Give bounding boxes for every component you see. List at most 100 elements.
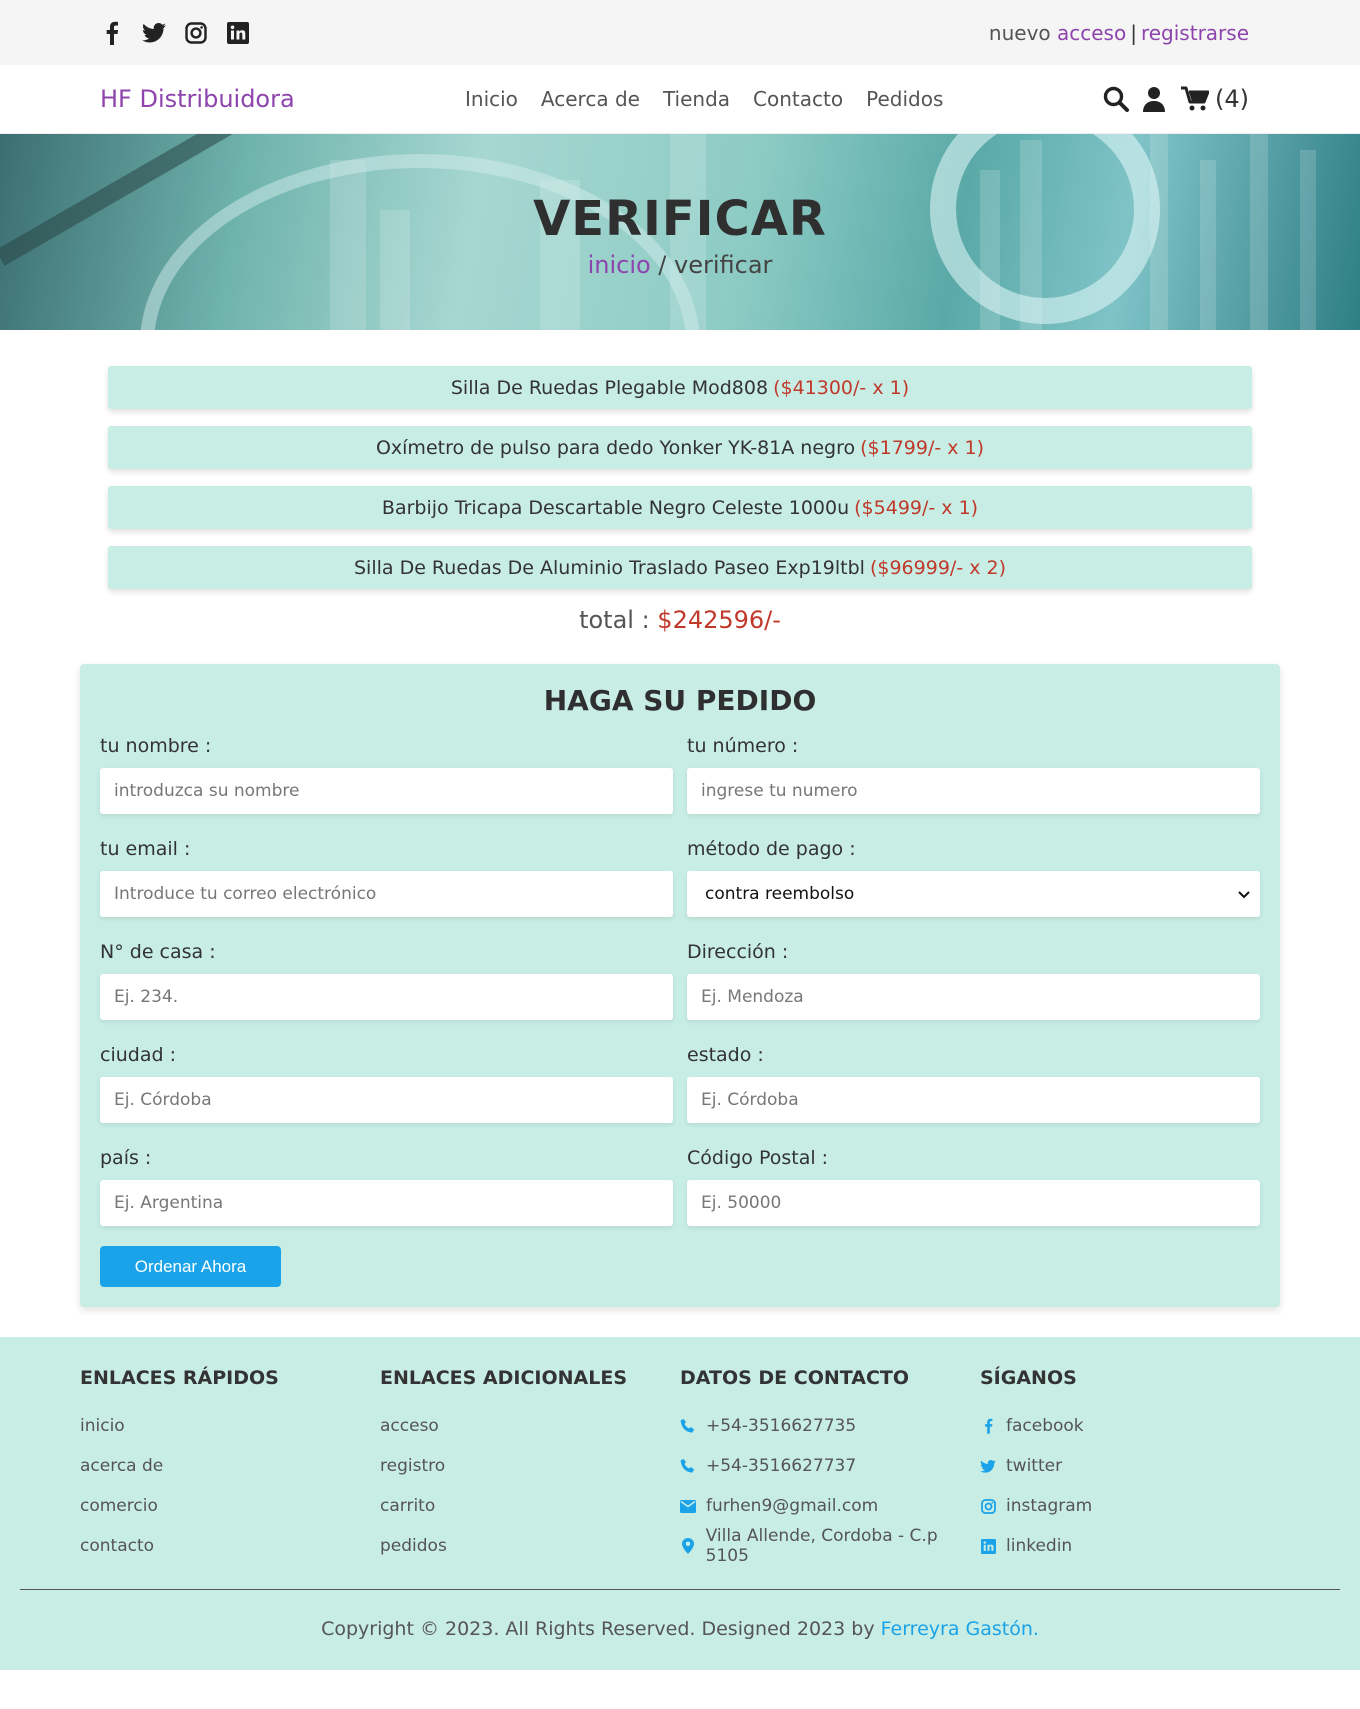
payment-method-select[interactable]: contra reembolso <box>687 871 1260 917</box>
footer-contact: DATOS DE CONTACTO +54-3516627735 +54-351… <box>680 1367 980 1575</box>
author-link[interactable]: Ferreyra Gastón. <box>881 1618 1039 1640</box>
nav-inicio[interactable]: Inicio <box>465 87 518 111</box>
footer-link-inicio[interactable]: inicio <box>80 1415 380 1437</box>
field-casa: N° de casa : <box>100 941 673 1020</box>
footer-link-carrito[interactable]: carrito <box>380 1495 680 1517</box>
instagram-icon[interactable] <box>184 21 208 45</box>
field-postal: Código Postal : <box>687 1147 1260 1226</box>
ciudad-label: ciudad : <box>100 1044 176 1066</box>
item-name: Barbijo Tricapa Descartable Negro Celest… <box>381 496 850 519</box>
footer-heading: ENLACES ADICIONALES <box>380 1367 627 1389</box>
twitter-label: twitter <box>1006 1456 1063 1476</box>
nav-contacto[interactable]: Contacto <box>753 87 843 111</box>
linkedin-icon <box>980 1538 996 1554</box>
form-grid: tu nombre : tu número : tu email : métod… <box>100 735 1260 1250</box>
email-input[interactable] <box>100 871 673 917</box>
total-label: total : <box>579 606 650 634</box>
footer-link-acceso[interactable]: acceso <box>380 1415 680 1437</box>
footer-twitter-link[interactable]: twitter <box>980 1455 1280 1477</box>
login-link[interactable]: acceso <box>1057 21 1126 45</box>
footer-link-comercio[interactable]: comercio <box>80 1495 380 1517</box>
nav-tienda[interactable]: Tienda <box>663 87 730 111</box>
page-banner: VERIFICAR inicio / verificar <box>0 134 1360 330</box>
contact-phone-1[interactable]: +54-3516627735 <box>680 1415 980 1437</box>
facebook-icon[interactable] <box>100 21 124 45</box>
order-form: HAGA SU PEDIDO tu nombre : tu número : t… <box>80 664 1280 1307</box>
facebook-icon <box>980 1418 996 1434</box>
pago-label: método de pago : <box>687 838 856 860</box>
twitter-icon[interactable] <box>142 21 166 45</box>
footer-instagram-link[interactable]: instagram <box>980 1495 1280 1517</box>
footer-heading: ENLACES RÁPIDOS <box>80 1367 279 1389</box>
casa-input[interactable] <box>100 974 673 1020</box>
footer-link-pedidos[interactable]: pedidos <box>380 1535 680 1557</box>
nav-pedidos[interactable]: Pedidos <box>866 87 943 111</box>
social-links <box>100 21 250 45</box>
order-item: Silla De Ruedas Plegable Mod808 ($41300/-… <box>108 366 1252 409</box>
email-label: tu email : <box>100 838 191 860</box>
item-price: ($96999/- x 2) <box>869 556 1006 579</box>
cart-count[interactable]: (4) <box>1215 85 1249 113</box>
order-item: Silla De Ruedas De Aluminio Traslado Pas… <box>108 546 1252 589</box>
pais-input[interactable] <box>100 1180 673 1226</box>
pais-label: país : <box>100 1147 152 1169</box>
item-price: ($5499/- x 1) <box>854 496 979 519</box>
direccion-label: Dirección : <box>687 941 789 963</box>
chevron-down-icon <box>1238 884 1250 904</box>
footer-link-registro[interactable]: registro <box>380 1455 680 1477</box>
contact-address[interactable]: Villa Allende, Cordoba - C.p 5105 <box>680 1526 980 1566</box>
nav-acerca-de[interactable]: Acerca de <box>541 87 640 111</box>
user-icon[interactable] <box>1143 86 1165 112</box>
contact-email[interactable]: furhen9@gmail.com <box>680 1495 980 1517</box>
nombre-input[interactable] <box>100 768 673 814</box>
field-nombre: tu nombre : <box>100 735 673 814</box>
instagram-icon <box>980 1498 996 1514</box>
breadcrumb: inicio / verificar <box>588 251 773 279</box>
postal-input[interactable] <box>687 1180 1260 1226</box>
phone-icon <box>680 1418 696 1434</box>
address-text: Villa Allende, Cordoba - C.p 5105 <box>705 1526 938 1566</box>
order-summary: Silla De Ruedas Plegable Mod808 ($41300/-… <box>108 366 1252 589</box>
contact-phone-2[interactable]: +54-3516627737 <box>680 1455 980 1477</box>
breadcrumb-current: / verificar <box>650 251 773 279</box>
main-menu: Inicio Acerca de Tienda Contacto Pedidos <box>465 87 943 111</box>
order-now-button[interactable]: Ordenar Ahora <box>100 1246 281 1287</box>
site-footer: ENLACES RÁPIDOS inicio acerca de comerci… <box>0 1337 1360 1670</box>
ciudad-input[interactable] <box>100 1077 673 1123</box>
cart-icon[interactable] <box>1181 86 1209 112</box>
brand-logo[interactable]: HF Distribuidora <box>100 85 465 113</box>
footer-extra-links: ENLACES ADICIONALES acceso registro carr… <box>380 1367 680 1575</box>
page-title: VERIFICAR <box>533 191 827 247</box>
numero-input[interactable] <box>687 768 1260 814</box>
twitter-icon <box>980 1459 996 1473</box>
field-numero: tu número : <box>687 735 1260 814</box>
banner-content: VERIFICAR inicio / verificar <box>0 134 1360 330</box>
breadcrumb-home-link[interactable]: inicio <box>588 251 651 279</box>
field-estado: estado : <box>687 1044 1260 1123</box>
nombre-label: tu nombre : <box>100 735 212 757</box>
estado-input[interactable] <box>687 1077 1260 1123</box>
facebook-label: facebook <box>1006 1416 1084 1436</box>
auth-separator: | <box>1130 20 1137 45</box>
search-icon[interactable] <box>1103 86 1129 112</box>
order-item: Oxímetro de pulso para dedo Yonker YK-81… <box>108 426 1252 469</box>
footer-heading: DATOS DE CONTACTO <box>680 1367 910 1389</box>
top-bar: nuevo acceso | registrarse <box>0 0 1360 65</box>
register-link[interactable]: registrarse <box>1141 21 1249 45</box>
footer-link-contacto[interactable]: contacto <box>80 1535 380 1557</box>
linkedin-icon[interactable] <box>226 21 250 45</box>
phone-icon <box>680 1458 696 1474</box>
nav-icons: (4) <box>1103 85 1249 113</box>
footer-facebook-link[interactable]: facebook <box>980 1415 1280 1437</box>
phone-2-text: +54-3516627737 <box>706 1456 857 1476</box>
map-marker-icon <box>680 1538 696 1554</box>
direccion-input[interactable] <box>687 974 1260 1020</box>
footer-link-acerca-de[interactable]: acerca de <box>80 1455 380 1477</box>
payment-method-value: contra reembolso <box>705 884 855 904</box>
footer-quick-links: ENLACES RÁPIDOS inicio acerca de comerci… <box>80 1367 380 1575</box>
numero-label: tu número : <box>687 735 799 757</box>
field-email: tu email : <box>100 838 673 917</box>
footer-linkedin-link[interactable]: linkedin <box>980 1535 1280 1557</box>
order-total: total : $242596/- <box>0 606 1360 634</box>
item-name: Oxímetro de pulso para dedo Yonker YK-81… <box>375 436 856 459</box>
